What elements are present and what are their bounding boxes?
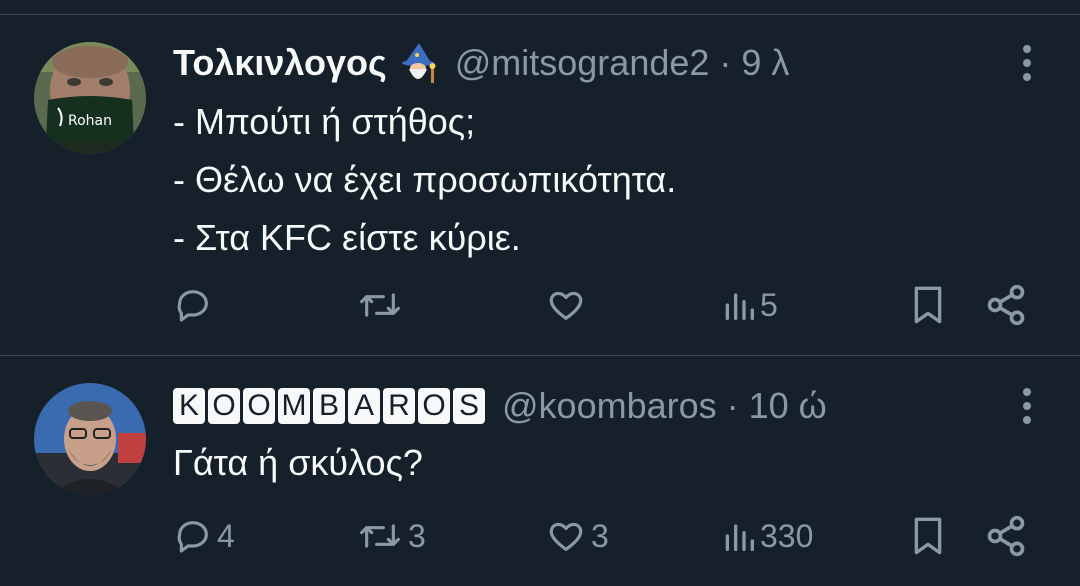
tweet-line: - Μπούτι ή στήθος; (173, 101, 476, 142)
like-icon (545, 516, 587, 556)
handle[interactable]: @koombaros (502, 385, 717, 427)
name-letter: O (243, 388, 275, 424)
tweet-header: K O O M B A R O S @koombaros · 10 ώ (173, 383, 827, 429)
handle[interactable]: @mitsogrande2 (455, 42, 710, 84)
tweet[interactable]: K O O M B A R O S @koombaros · 10 ώ Γάτα… (0, 356, 1080, 586)
bookmark-button[interactable] (908, 280, 948, 330)
name-letter: S (453, 388, 485, 424)
retweet-button[interactable]: 3 (356, 511, 426, 561)
timestamp[interactable]: 10 ώ (749, 385, 827, 427)
more-icon[interactable] (1022, 45, 1032, 85)
share-icon (984, 514, 1028, 558)
retweet-count: 3 (408, 517, 426, 554)
reply-icon (173, 285, 213, 325)
tweet-text: Γάτα ή σκύλος? (173, 434, 423, 492)
tweet-text: - Μπούτι ή στήθος; - Θέλω να έχει προσωπ… (173, 93, 676, 267)
tweet[interactable]: Rohan Τολκινλογος @mitsogrande2 · 9 λ - … (0, 15, 1080, 356)
tweet-header: Τολκινλογος @mitsogrande2 · 9 λ (173, 40, 789, 86)
svg-text:Rohan: Rohan (68, 113, 112, 129)
display-name-boxed-letters[interactable]: K O O M B A R O S (173, 388, 488, 424)
share-button[interactable] (984, 280, 1028, 330)
reply-icon (173, 516, 213, 556)
views-count: 330 (760, 517, 814, 554)
retweet-button[interactable] (356, 280, 408, 330)
more-icon[interactable] (1022, 388, 1032, 428)
bookmark-icon (908, 514, 948, 558)
name-letter: O (208, 388, 240, 424)
tweet-line: - Θέλω να έχει προσωπικότητα. (173, 159, 677, 200)
views-icon (722, 516, 756, 556)
views-button[interactable]: 5 (722, 280, 778, 330)
share-icon (984, 283, 1028, 327)
name-letter: R (383, 388, 415, 424)
separator-dot: · (719, 42, 732, 83)
tweet-line: - Στα KFC είστε κύριε. (173, 217, 521, 258)
tweet-actions: 4 3 3 330 (0, 511, 1080, 561)
display-name-text[interactable]: Τολκινλογος (173, 42, 387, 84)
avatar[interactable]: Rohan (34, 42, 146, 154)
reply-button[interactable]: 4 (173, 511, 235, 561)
display-name[interactable]: K O O M B A R O S (173, 388, 488, 424)
separator-dot: · (726, 385, 739, 426)
bookmark-icon (908, 283, 948, 327)
display-name[interactable]: Τολκινλογος (173, 41, 441, 85)
name-letter: O (418, 388, 450, 424)
like-button[interactable] (545, 280, 591, 330)
views-button[interactable]: 330 (722, 511, 813, 561)
name-letter: M (278, 388, 310, 424)
retweet-icon (356, 516, 404, 556)
top-divider (0, 0, 1080, 15)
like-count: 3 (591, 517, 609, 554)
bookmark-button[interactable] (908, 511, 948, 561)
reply-button[interactable] (173, 280, 217, 330)
reply-count: 4 (217, 517, 235, 554)
name-letter: A (348, 388, 380, 424)
timestamp[interactable]: 9 λ (741, 42, 789, 84)
name-letter: K (173, 388, 205, 424)
retweet-icon (356, 285, 404, 325)
like-icon (545, 285, 587, 325)
views-count: 5 (760, 286, 778, 323)
name-letter: B (313, 388, 345, 424)
share-button[interactable] (984, 511, 1028, 561)
tweet-actions: 5 (0, 280, 1080, 330)
views-icon (722, 285, 756, 325)
tweet-line: Γάτα ή σκύλος? (173, 442, 423, 483)
avatar[interactable] (34, 383, 146, 495)
like-button[interactable]: 3 (545, 511, 609, 561)
wizard-emoji-icon (397, 41, 441, 85)
